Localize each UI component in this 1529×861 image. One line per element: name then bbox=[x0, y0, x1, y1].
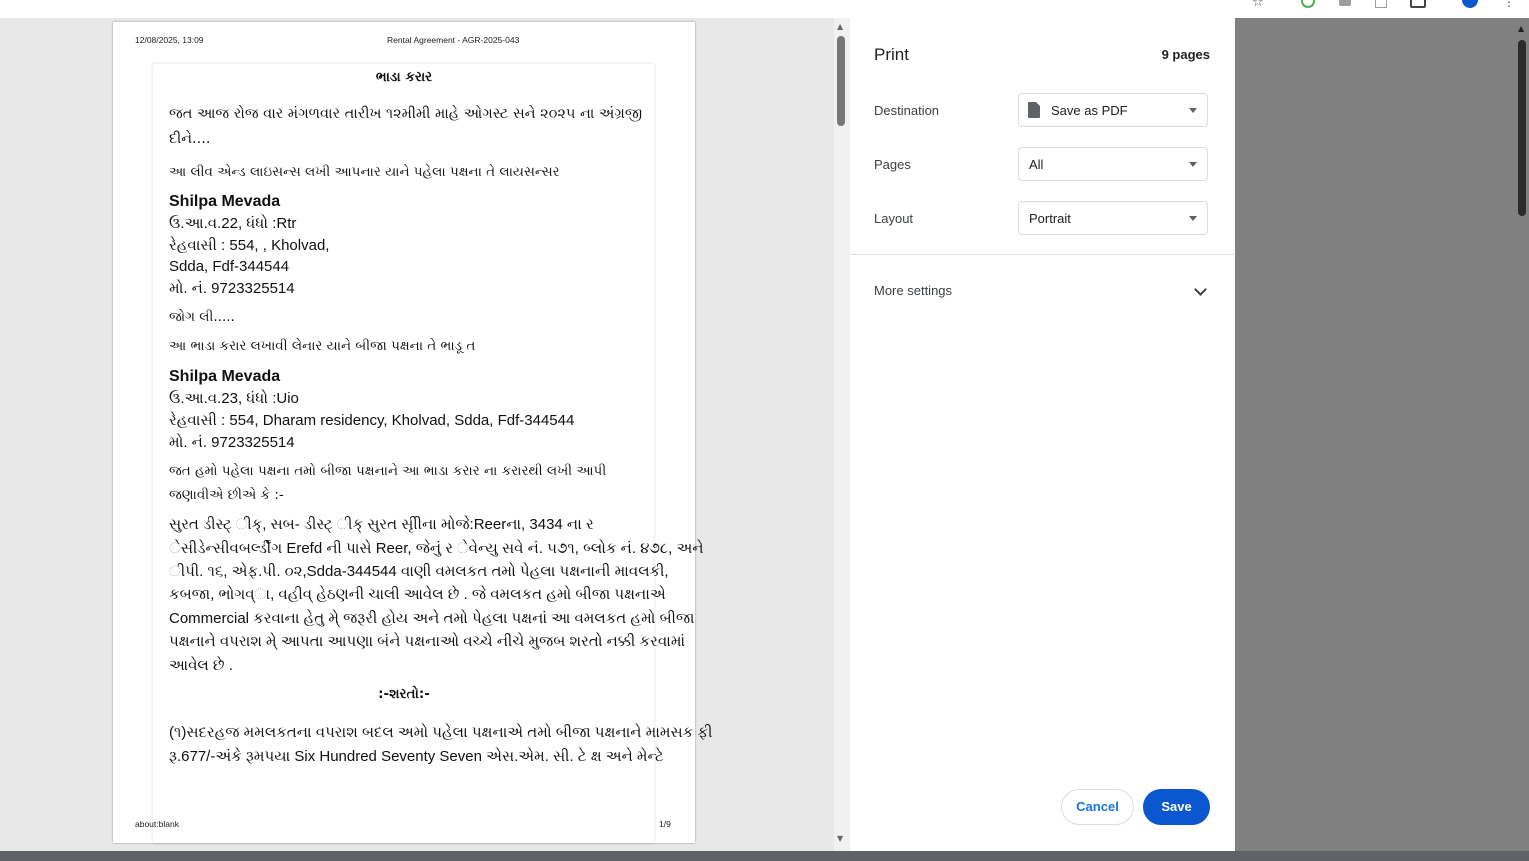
cancel-button[interactable]: Cancel bbox=[1061, 789, 1134, 825]
document-line: Sdda, Fdf-344544 bbox=[169, 258, 290, 275]
pages-select[interactable]: All bbox=[1018, 147, 1208, 181]
footer-url: about:blank bbox=[135, 819, 179, 829]
chevron-down-icon[interactable] bbox=[1194, 283, 1207, 296]
layout-value: Portrait bbox=[1029, 211, 1071, 226]
layout-label: Layout bbox=[874, 211, 914, 226]
page-scroll-thumb[interactable] bbox=[1518, 40, 1526, 216]
preview-scroll-thumb[interactable] bbox=[837, 36, 845, 126]
print-settings-panel: Print 9 pages Destination Save as PDF Pa… bbox=[850, 18, 1235, 851]
document-line: ીપી. ૧૬, એફ.પી. ૦૨,Sdda-344544 વાણી વમલક… bbox=[169, 563, 669, 580]
document-line: :-શરતો:- bbox=[378, 686, 430, 702]
document-line: ેસીડેન્સીવબર્લ્ડીંગ Erefd ની પાસે Reer, … bbox=[169, 540, 704, 557]
preview-page: 12/08/2025, 13:09 Rental Agreement - AGR… bbox=[113, 22, 712, 843]
header-title: Rental Agreement - AGR-2025-043 bbox=[387, 35, 520, 45]
document-line: જોગ લી..... bbox=[169, 309, 235, 325]
document-line: આ ભાડા કરાર લખાવી લેનાર યાને બીજા પક્ષના… bbox=[169, 338, 476, 354]
extension-icon[interactable] bbox=[1301, 0, 1315, 8]
document-line: આ લીવ એન્ડ લાઇસન્સ લખી આપનાર યાને પહેલા … bbox=[169, 164, 560, 180]
document-line: જત આજ રોજ વાર મંગળવાર તારીખ ૧૨મીમી માહે … bbox=[169, 106, 643, 122]
header-datetime: 12/08/2025, 13:09 bbox=[135, 35, 204, 45]
browser-toolbar-strip: ☆ ⋮ bbox=[0, 0, 1529, 18]
more-settings-toggle[interactable]: More settings bbox=[874, 283, 952, 298]
destination-select[interactable]: Save as PDF bbox=[1018, 93, 1208, 127]
destination-label: Destination bbox=[874, 103, 940, 118]
document-line: કબજા, ભોગવ્ા, વહીવ્ હેઠણની ચાલી આવેલ છે … bbox=[169, 586, 666, 603]
bottom-bar bbox=[0, 851, 1529, 861]
pages-value: All bbox=[1029, 157, 1044, 172]
document-line: Shilpa Mevada bbox=[169, 193, 281, 210]
file-icon bbox=[1028, 102, 1040, 118]
dropdown-caret-icon bbox=[1189, 216, 1197, 221]
page-count: 9 pages bbox=[1161, 47, 1210, 62]
document-line: મો. નં. 9723325514 bbox=[169, 434, 295, 451]
panel-title: Print bbox=[874, 45, 909, 64]
document-line: જત હમો પહેલા પક્ષના તમો બીજા પક્ષનાને આ … bbox=[169, 463, 607, 479]
star-icon[interactable]: ☆ bbox=[1252, 0, 1266, 10]
pages-label: Pages bbox=[874, 157, 911, 172]
tabs-icon[interactable] bbox=[1410, 0, 1426, 8]
document-line: જણાવીએ છીએ કે :- bbox=[169, 487, 284, 503]
dropdown-caret-icon bbox=[1189, 162, 1197, 167]
more-icon[interactable]: ⋮ bbox=[1503, 0, 1517, 9]
profile-icon[interactable] bbox=[1462, 0, 1478, 8]
scroll-up-icon[interactable]: ▲ bbox=[1518, 24, 1524, 33]
panel-divider bbox=[850, 254, 1235, 255]
reading-icon[interactable] bbox=[1375, 0, 1387, 8]
document-line: રૂ.677/-અંકે રૂમપયા Six Hundred Seventy … bbox=[169, 748, 664, 765]
layout-select[interactable]: Portrait bbox=[1018, 201, 1208, 235]
document-line: ભાડા કરાર bbox=[375, 69, 433, 85]
page-background bbox=[1235, 18, 1529, 851]
document-line: Commercial કરવાના હેતુ મે્ જરૂરી હોય અને… bbox=[169, 610, 695, 627]
document-line: (૧)સદરહજ મમલકતના વપરાશ બદલ અમો પહેલા પક્… bbox=[169, 724, 713, 741]
scroll-up-icon[interactable]: ▲ bbox=[837, 22, 843, 31]
scroll-down-icon[interactable]: ▼ bbox=[837, 834, 843, 843]
save-button[interactable]: Save bbox=[1143, 789, 1210, 825]
destination-value: Save as PDF bbox=[1051, 103, 1128, 118]
screenshot-icon[interactable] bbox=[1339, 0, 1351, 6]
page-scrollbar[interactable]: ▲ bbox=[1515, 18, 1529, 851]
document-line: Shilpa Mevada bbox=[169, 368, 281, 385]
document-line: ઉ.આ.વ.23, ધંધો :Uio bbox=[169, 390, 299, 407]
document-line: દીને.... bbox=[169, 131, 211, 147]
document-line: આવેલ છે . bbox=[169, 657, 233, 674]
preview-scrollbar[interactable]: ▲ ▼ bbox=[834, 18, 850, 851]
document-line: સુરત ડીસ્ટ્ ીક્, સબ- ડીસ્ટ્ ીક્ સુરત સીૃ… bbox=[169, 516, 594, 533]
document-line: રેહવાસી : 554, , Kholvad, bbox=[169, 237, 330, 254]
document-line: મો. નં. 9723325514 bbox=[169, 280, 295, 297]
document-line: ઉ.આ.વ.22, ધંધો :Rtr bbox=[169, 215, 297, 232]
dropdown-caret-icon bbox=[1189, 108, 1197, 113]
document-line: રેહવાસી : 554, Dharam residency, Kholvad… bbox=[169, 412, 575, 429]
document-line: પક્ષનાને વપરાશ મે્ આપતા આપણા બંને પક્ષના… bbox=[169, 633, 686, 650]
footer-page-number: 1/9 bbox=[659, 819, 671, 829]
